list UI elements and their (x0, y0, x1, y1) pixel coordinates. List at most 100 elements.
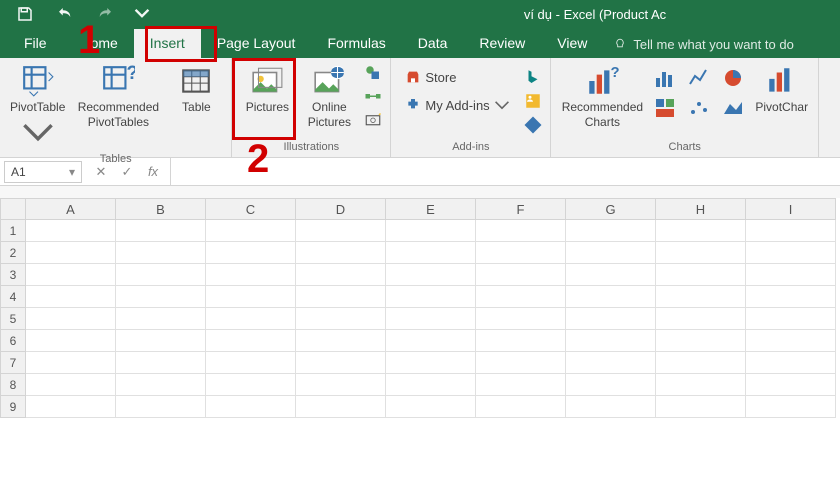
col-header[interactable]: G (566, 198, 656, 220)
cell[interactable] (566, 308, 656, 330)
row-header[interactable]: 1 (0, 220, 26, 242)
cell[interactable] (206, 352, 296, 374)
cell[interactable] (116, 220, 206, 242)
cell[interactable] (656, 264, 746, 286)
tab-view[interactable]: View (541, 29, 603, 58)
cell[interactable] (746, 396, 836, 418)
screenshot-button[interactable] (362, 110, 384, 132)
cell[interactable] (296, 330, 386, 352)
pivotchart-button[interactable]: PivotChar (751, 62, 812, 117)
online-pictures-button[interactable]: Online Pictures (300, 62, 358, 132)
scatter-chart-button[interactable] (685, 94, 713, 122)
cell[interactable] (296, 396, 386, 418)
row-header[interactable]: 8 (0, 374, 26, 396)
tab-formulas[interactable]: Formulas (311, 29, 401, 58)
bar-chart-button[interactable] (651, 64, 679, 92)
cell[interactable] (566, 220, 656, 242)
cell[interactable] (656, 352, 746, 374)
enter-formula-button[interactable]: ✓ (114, 164, 140, 180)
cell[interactable] (386, 308, 476, 330)
cell[interactable] (26, 308, 116, 330)
cell[interactable] (296, 220, 386, 242)
cell[interactable] (26, 352, 116, 374)
cell[interactable] (206, 242, 296, 264)
col-header[interactable]: B (116, 198, 206, 220)
cell[interactable] (206, 396, 296, 418)
smartart-button[interactable] (362, 86, 384, 108)
cell[interactable] (746, 286, 836, 308)
name-box[interactable]: A1▾ (4, 161, 82, 183)
row-header[interactable]: 4 (0, 286, 26, 308)
cell[interactable] (476, 330, 566, 352)
cell[interactable] (386, 220, 476, 242)
cell[interactable] (656, 374, 746, 396)
cancel-formula-button[interactable]: ✕ (88, 164, 114, 180)
cell[interactable] (26, 396, 116, 418)
cell[interactable] (206, 330, 296, 352)
col-header[interactable]: F (476, 198, 566, 220)
pivottable-button[interactable]: PivotTable (6, 62, 69, 151)
cell[interactable] (206, 374, 296, 396)
cell[interactable] (116, 396, 206, 418)
cell[interactable] (746, 264, 836, 286)
row-header[interactable]: 7 (0, 352, 26, 374)
cell[interactable] (206, 264, 296, 286)
cell[interactable] (746, 242, 836, 264)
my-addins-button[interactable]: My Add-ins (403, 94, 511, 116)
shapes-button[interactable] (362, 62, 384, 84)
cell[interactable] (746, 308, 836, 330)
cell[interactable] (206, 220, 296, 242)
row-header[interactable]: 5 (0, 308, 26, 330)
cell[interactable] (566, 396, 656, 418)
row-header[interactable]: 9 (0, 396, 26, 418)
cell[interactable] (656, 242, 746, 264)
cell[interactable] (656, 396, 746, 418)
col-header[interactable]: I (746, 198, 836, 220)
pictures-button[interactable]: Pictures (238, 62, 296, 117)
cell[interactable] (566, 374, 656, 396)
cell[interactable] (386, 286, 476, 308)
cell[interactable] (116, 264, 206, 286)
cell[interactable] (476, 374, 566, 396)
cell[interactable] (116, 308, 206, 330)
tab-file[interactable]: File (8, 29, 63, 58)
recommended-pivot-button[interactable]: ? Recommended PivotTables (73, 62, 163, 132)
cell[interactable] (476, 352, 566, 374)
qat-dropdown-icon[interactable] (134, 5, 150, 24)
recommended-charts-button[interactable]: ? Recommended Charts (557, 62, 647, 132)
cell[interactable] (296, 352, 386, 374)
cell[interactable] (296, 264, 386, 286)
cell[interactable] (476, 396, 566, 418)
cell[interactable] (386, 242, 476, 264)
cell[interactable] (566, 286, 656, 308)
cell[interactable] (116, 330, 206, 352)
col-header[interactable]: H (656, 198, 746, 220)
cell[interactable] (386, 352, 476, 374)
cell[interactable] (566, 242, 656, 264)
pie-chart-button[interactable] (719, 64, 747, 92)
cell[interactable] (746, 352, 836, 374)
cell[interactable] (26, 330, 116, 352)
cell[interactable] (296, 308, 386, 330)
line-chart-button[interactable] (685, 64, 713, 92)
cell[interactable] (656, 308, 746, 330)
cell[interactable] (566, 352, 656, 374)
bing-maps-button[interactable] (522, 66, 544, 88)
formula-input[interactable] (170, 158, 840, 185)
tab-pagelayout[interactable]: Page Layout (201, 29, 312, 58)
select-all-corner[interactable] (0, 198, 26, 220)
cell[interactable] (116, 374, 206, 396)
cell[interactable] (656, 220, 746, 242)
people-graph-button[interactable] (522, 90, 544, 112)
cell[interactable] (386, 374, 476, 396)
cell[interactable] (746, 374, 836, 396)
cell[interactable] (386, 330, 476, 352)
cell[interactable] (26, 374, 116, 396)
tell-me[interactable]: Tell me what you want to do (613, 31, 793, 58)
cell[interactable] (26, 220, 116, 242)
cell[interactable] (476, 264, 566, 286)
visio-button[interactable] (522, 114, 544, 136)
store-button[interactable]: Store (403, 66, 511, 88)
cell[interactable] (206, 308, 296, 330)
hierarchy-chart-button[interactable] (651, 94, 679, 122)
